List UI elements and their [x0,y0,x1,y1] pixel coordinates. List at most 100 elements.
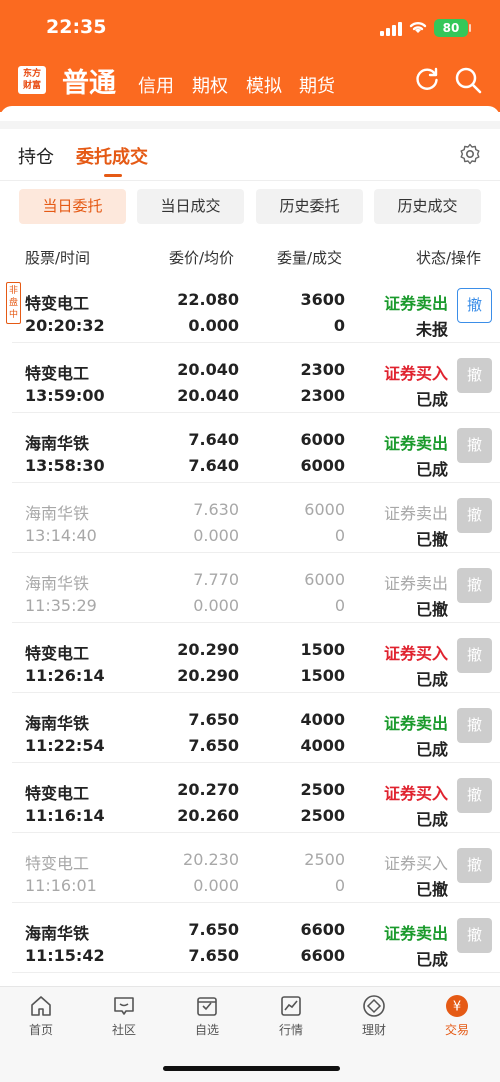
order-price: 7.640 [188,430,239,449]
filled-quantity: 4000 [300,736,345,755]
nav-market[interactable]: 行情 [256,987,326,1047]
order-time: 11:35:29 [25,596,97,615]
order-quantity: 2500 [304,850,345,869]
order-direction: 证券买入 [383,644,448,663]
cancel-order-button[interactable]: 撤 [457,918,492,953]
logo-line-1: 东方 [22,69,41,79]
cancel-order-button[interactable]: 撤 [457,428,492,463]
nav-credit[interactable]: 信用 [138,72,174,98]
nav-watchlist[interactable]: 自选 [172,987,242,1047]
order-row[interactable]: 特变电工 11:26:14 20.290 20.290 1500 1500 证券买入 已成撤 [0,623,500,693]
order-status: 已撤 [415,530,448,549]
tab-positions[interactable]: 持仓 [18,143,54,169]
stock-name: 海南华铁 [25,714,90,733]
average-price: 0.000 [188,316,239,335]
order-direction: 证券买入 [383,784,448,803]
order-time: 11:26:14 [25,666,105,685]
average-price: 0.000 [193,596,239,615]
cancel-order-button[interactable]: 撤 [457,358,492,393]
order-quantity: 2300 [300,360,345,379]
gear-icon[interactable] [459,143,481,165]
cancel-order-button[interactable]: 撤 [457,638,492,673]
nav-home[interactable]: 首页 [6,987,76,1047]
order-direction: 证券买入 [383,854,448,873]
order-status: 已成 [415,740,448,759]
cancel-order-button[interactable]: 撤 [457,708,492,743]
order-row[interactable]: 海南华铁 13:58:30 7.640 7.640 6000 6000 证券卖出 已成撤 [0,413,500,483]
tab-orders[interactable]: 委托成交 [76,143,148,169]
order-quantity: 3600 [300,290,345,309]
stock-name: 特变电工 [25,784,90,803]
order-row[interactable]: 特变电工 11:16:01 20.230 0.000 2500 0 证券买入 已撤撤 [0,833,500,903]
nav-community-label: 社区 [111,1023,136,1037]
nav-watchlist-label: 自选 [194,1023,219,1037]
filled-quantity: 2500 [300,806,345,825]
order-row[interactable]: 非盘中 特变电工 20:20:32 22.080 0.000 3600 0 证券卖出 未报撤 [0,273,500,343]
order-quantity: 4000 [300,710,345,729]
stock-name: 海南华铁 [25,504,90,523]
refresh-icon[interactable] [414,66,440,92]
app-header: 22:35 80 东方 财富 普通 信用 期权 模拟 期货 [0,0,500,112]
nav-community[interactable]: 社区 [89,987,159,1047]
stock-name: 特变电工 [25,854,90,873]
order-row[interactable]: 特变电工 13:59:00 20.040 20.040 2300 2300 证券买入 已成撤 [0,343,500,413]
brand-logo[interactable]: 东方 财富 [18,66,46,94]
order-direction: 证券卖出 [383,574,448,593]
filled-quantity: 0 [334,596,345,615]
order-time: 11:16:14 [25,806,105,825]
order-row[interactable]: 海南华铁 11:35:29 7.770 0.000 6000 0 证券卖出 已撤撤 [0,553,500,623]
order-time: 11:15:42 [25,946,105,965]
nav-trade[interactable]: ¥ 交易 [422,987,492,1047]
column-header-qty-filled: 委量/成交 [277,249,343,267]
order-price: 20.040 [177,360,239,379]
order-row[interactable]: 海南华铁 13:14:40 7.630 0.000 6000 0 证券卖出 已撤撤 [0,483,500,553]
order-row[interactable]: 海南华铁 11:15:42 7.650 7.650 6600 6600 证券卖出 已成撤 [0,903,500,973]
order-row[interactable]: 海南华铁 11:22:54 7.650 7.650 4000 4000 证券卖出 已成撤 [0,693,500,763]
home-indicator [163,1066,340,1071]
home-icon [31,996,51,1016]
cancel-order-button[interactable]: 撤 [457,848,492,883]
stock-name: 海南华铁 [25,574,90,593]
average-price: 20.040 [177,386,239,405]
active-tab-indicator [104,174,122,177]
order-row[interactable]: 特变电工 11:16:14 20.270 20.260 2500 2500 证券买入 已成撤 [0,763,500,833]
order-status: 已成 [415,810,448,829]
filled-quantity: 0 [334,876,345,895]
row-divider [12,972,500,973]
average-price: 7.650 [188,946,239,965]
sheet-strip [0,121,500,129]
nav-simulation[interactable]: 模拟 [246,72,282,98]
order-time: 13:14:40 [25,526,97,545]
order-price: 20.270 [177,780,239,799]
order-time: 11:22:54 [25,736,105,755]
nav-wealth[interactable]: 理财 [339,987,409,1047]
order-price: 7.650 [188,710,239,729]
market-icon [281,996,301,1016]
svg-text:¥: ¥ [453,1000,461,1015]
order-price: 20.230 [183,850,239,869]
order-price: 22.080 [177,290,239,309]
search-icon[interactable] [454,66,482,94]
nav-futures[interactable]: 期货 [299,72,335,98]
cancel-order-button[interactable]: 撤 [457,778,492,813]
filled-quantity: 2300 [300,386,345,405]
segment-history-trades[interactable]: 历史成交 [374,189,481,224]
account-type-title[interactable]: 普通 [62,61,116,100]
segment-today-trades[interactable]: 当日成交 [137,189,244,224]
column-header-status-action: 状态/操作 [416,249,482,267]
cancel-order-button[interactable]: 撤 [457,288,492,323]
column-header-price-avg: 委价/均价 [169,249,235,267]
order-direction: 证券卖出 [383,294,448,313]
cancel-order-button[interactable]: 撤 [457,498,492,533]
order-status: 已撤 [415,600,448,619]
cancel-order-button[interactable]: 撤 [457,568,492,603]
order-quantity: 6000 [300,430,345,449]
order-direction: 证券卖出 [383,924,448,943]
nav-options[interactable]: 期权 [192,72,228,98]
cellular-signal-icon [380,22,402,36]
segment-history-orders[interactable]: 历史委托 [256,189,363,224]
community-icon [114,997,134,1015]
logo-line-2: 财富 [22,81,41,91]
trade-icon: ¥ [446,995,468,1017]
segment-today-orders[interactable]: 当日委托 [19,189,126,224]
